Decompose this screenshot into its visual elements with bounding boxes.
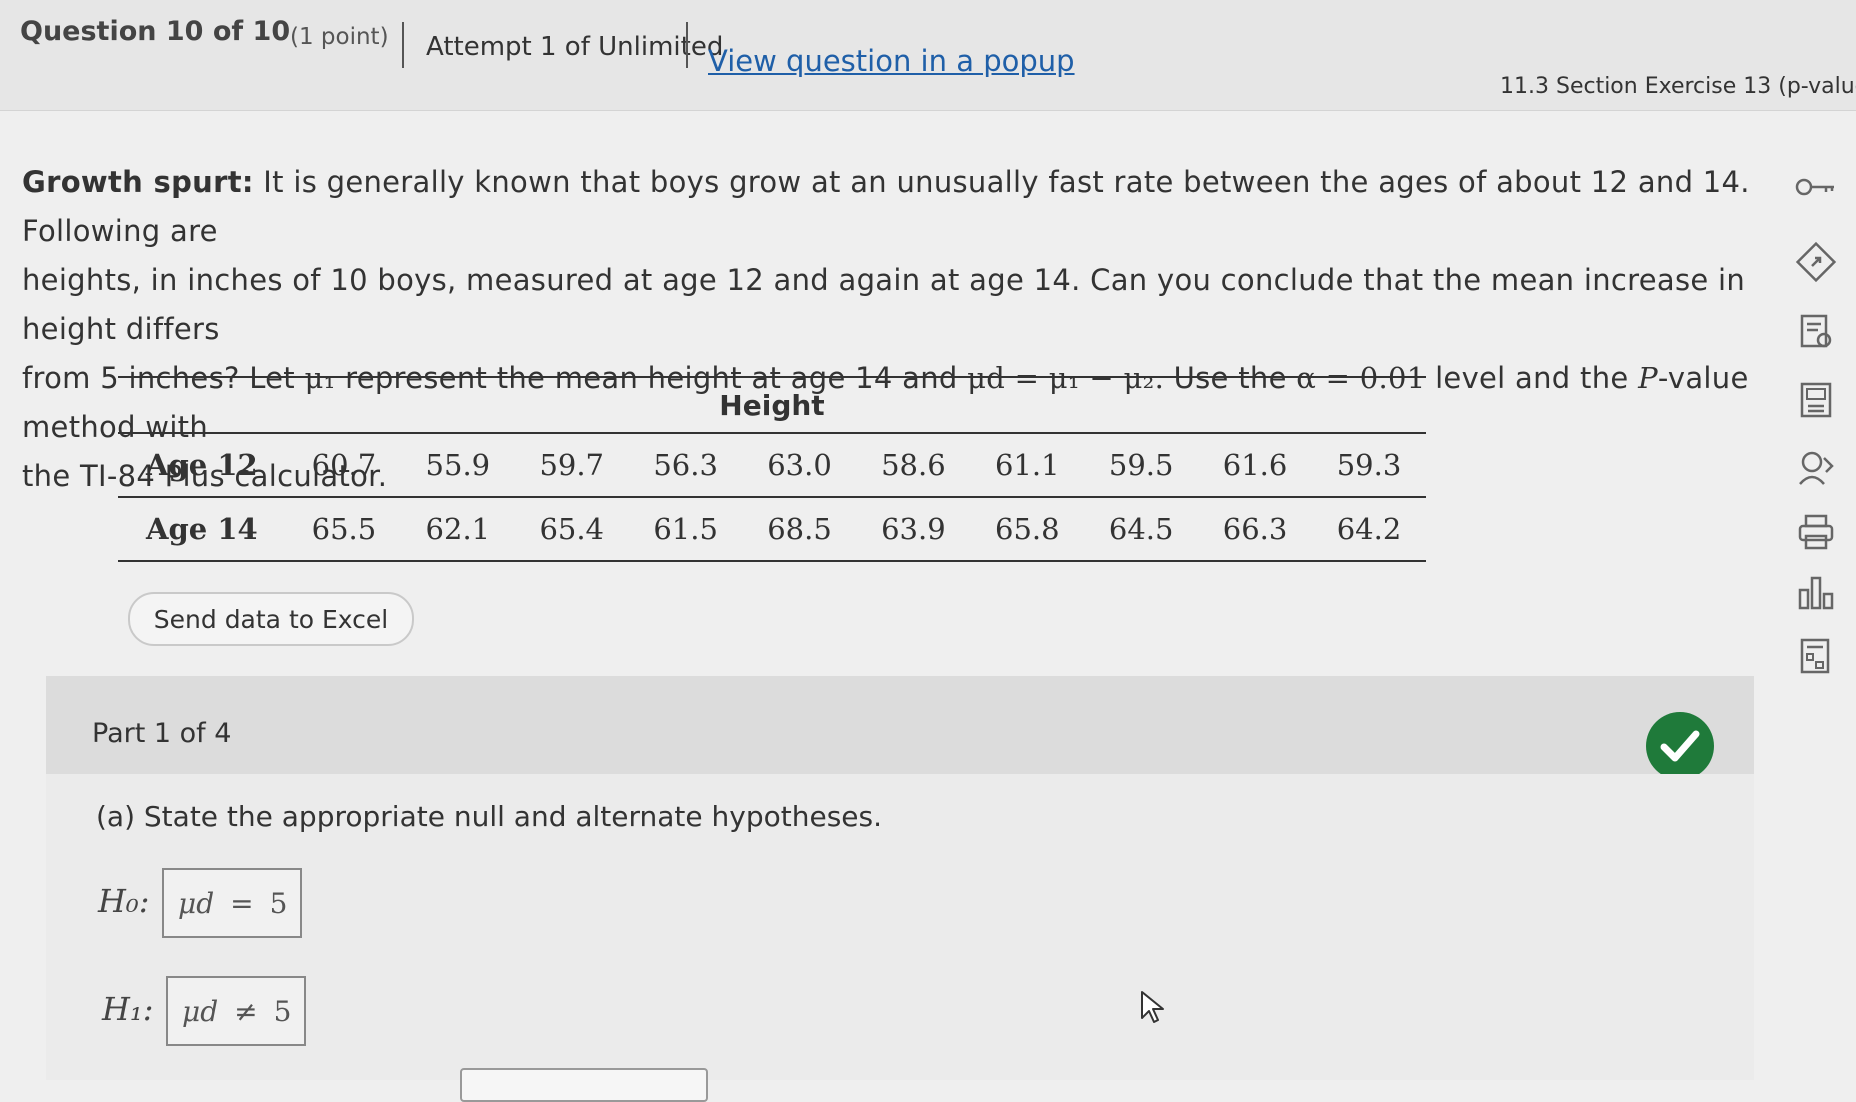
row-label: Age 12 bbox=[118, 433, 287, 498]
table-cell: 61.5 bbox=[628, 497, 743, 562]
table-cell: 55.9 bbox=[400, 433, 515, 498]
table-cell: 60.7 bbox=[287, 433, 401, 498]
h1-relation: ≠ bbox=[234, 994, 258, 1028]
print-icon[interactable] bbox=[1794, 510, 1838, 554]
question-number: Question 10 of 10 bbox=[20, 16, 291, 47]
table-cell: 63.9 bbox=[856, 497, 971, 562]
attempt-label: Attempt 1 of Unlimited bbox=[426, 32, 724, 62]
table-cell: 62.1 bbox=[400, 497, 515, 562]
ebook-icon[interactable] bbox=[1794, 310, 1838, 354]
alternate-hypothesis-label: H₁: bbox=[102, 990, 154, 1028]
table-cell: 65.4 bbox=[514, 497, 629, 562]
part-header bbox=[46, 676, 1754, 774]
tutor-icon[interactable] bbox=[1794, 446, 1838, 490]
question-points: (1 point) bbox=[290, 24, 389, 50]
header-divider bbox=[402, 22, 404, 68]
table-cell: 59.5 bbox=[1084, 433, 1199, 498]
mouse-cursor-icon bbox=[1140, 990, 1166, 1028]
height-data-table: Height Age 12 60.7 55.9 59.7 56.3 63.0 5… bbox=[118, 376, 1426, 562]
table-cell: 64.5 bbox=[1084, 497, 1199, 562]
next-input-field[interactable] bbox=[460, 1068, 708, 1102]
send-to-excel-button[interactable]: Send data to Excel bbox=[128, 592, 414, 646]
part-question: (a) State the appropriate null and alter… bbox=[96, 800, 883, 833]
table-cell: 56.3 bbox=[628, 433, 743, 498]
table-cell: 61.6 bbox=[1198, 433, 1313, 498]
null-hypothesis-label: H₀: bbox=[98, 882, 150, 920]
question-header: Question 10 of 10 (1 point) Attempt 1 of… bbox=[0, 0, 1856, 111]
calculator-icon[interactable] bbox=[1794, 378, 1838, 422]
table-cell: 68.5 bbox=[742, 497, 857, 562]
h1-parameter: μd bbox=[182, 994, 219, 1028]
table-title: Height bbox=[118, 376, 1426, 434]
statistics-icon[interactable] bbox=[1794, 570, 1838, 614]
h0-parameter: μd bbox=[178, 886, 215, 920]
table-cell: 65.5 bbox=[287, 497, 401, 562]
table-row: Age 14 65.5 62.1 65.4 61.5 68.5 63.9 65.… bbox=[118, 497, 1426, 562]
table-cell: 66.3 bbox=[1198, 497, 1313, 562]
table-cell: 59.3 bbox=[1312, 433, 1426, 498]
table-cell: 59.7 bbox=[514, 433, 629, 498]
problem-title: Growth spurt: bbox=[22, 165, 254, 199]
section-label: 11.3 Section Exercise 13 (p-value, calc) bbox=[1500, 74, 1856, 99]
problem-line-2: heights, in inches of 10 boys, measured … bbox=[22, 263, 1746, 346]
header-divider bbox=[686, 22, 688, 68]
expand-icon[interactable] bbox=[1794, 240, 1838, 284]
problem-text: level and the bbox=[1435, 361, 1629, 395]
table-cell: 65.8 bbox=[970, 497, 1085, 562]
h0-value: 5 bbox=[269, 886, 288, 920]
h1-value: 5 bbox=[273, 994, 292, 1028]
part-label: Part 1 of 4 bbox=[92, 718, 232, 749]
null-hypothesis-input[interactable]: μd = 5 bbox=[162, 868, 302, 938]
table-cell: 64.2 bbox=[1312, 497, 1426, 562]
table-cell: 61.1 bbox=[970, 433, 1085, 498]
calculator-alt-icon[interactable] bbox=[1794, 634, 1838, 678]
key-icon[interactable] bbox=[1794, 172, 1838, 216]
table-row: Age 12 60.7 55.9 59.7 56.3 63.0 58.6 61.… bbox=[118, 433, 1426, 498]
row-label: Age 14 bbox=[118, 497, 287, 562]
h0-relation: = bbox=[230, 886, 254, 920]
correct-check-icon bbox=[1646, 712, 1714, 780]
problem-line-1: Growth spurt: It is generally known that… bbox=[22, 158, 1782, 256]
table-cell: 58.6 bbox=[856, 433, 971, 498]
tool-rail bbox=[1778, 160, 1856, 1080]
table-cell: 63.0 bbox=[742, 433, 857, 498]
p-symbol: P bbox=[1638, 361, 1658, 395]
problem-text: It is generally known that boys grow at … bbox=[22, 165, 1750, 248]
view-popup-link[interactable]: View question in a popup bbox=[708, 44, 1075, 78]
alternate-hypothesis-input[interactable]: μd ≠ 5 bbox=[166, 976, 306, 1046]
